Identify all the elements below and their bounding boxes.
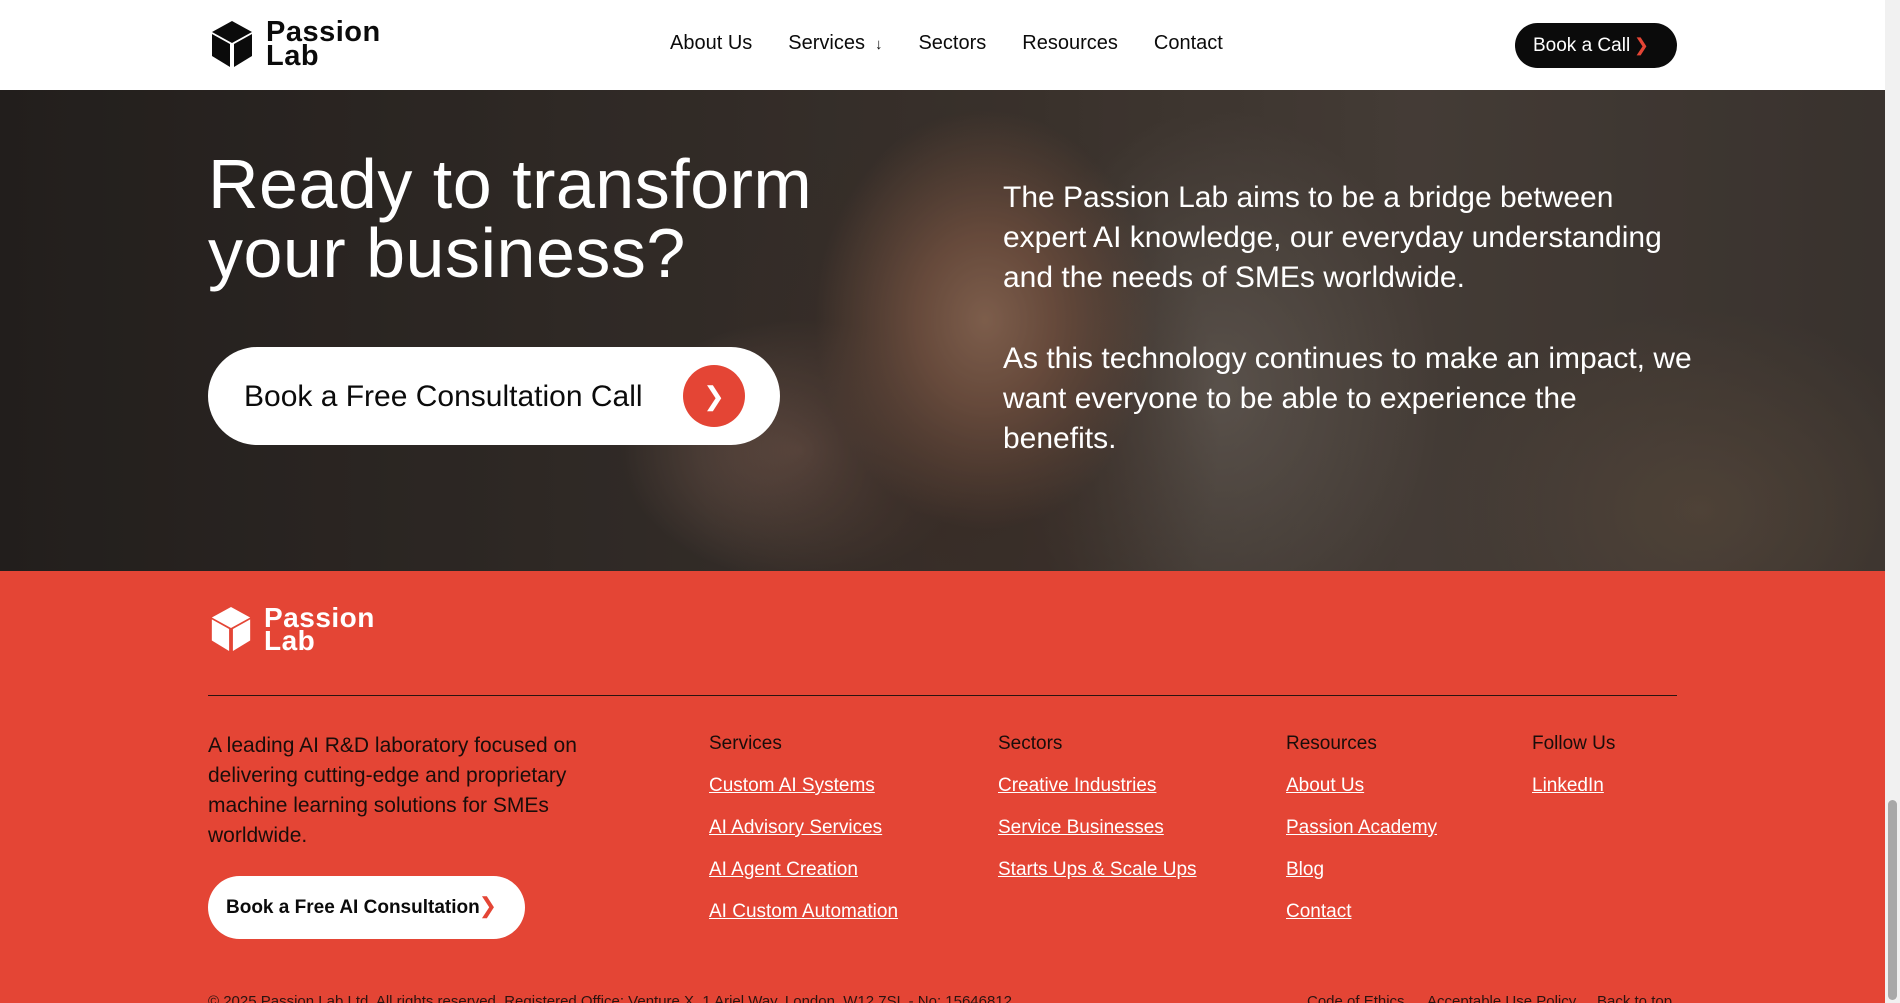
- footer-column-follow: Follow Us LinkedIn: [1532, 733, 1615, 817]
- footer-logo[interactable]: Passion Lab: [208, 604, 375, 655]
- book-free-ai-consultation-button[interactable]: Book a Free AI Consultation ❯: [208, 876, 525, 939]
- chevron-right-icon: ❯: [1633, 35, 1649, 55]
- footer-column-services: Services Custom AI Systems AI Advisory S…: [709, 733, 898, 943]
- logo-cube-icon: [211, 606, 251, 652]
- nav-contact[interactable]: Contact: [1154, 32, 1223, 55]
- footer-description: A leading AI R&D laboratory focused on d…: [208, 734, 577, 847]
- site-header: Passion Lab About Us Services ↓ Sectors R…: [0, 0, 1885, 90]
- hero-title: Ready to transform your business?: [208, 145, 813, 292]
- column-title: Follow Us: [1532, 733, 1616, 754]
- footer-logo-wordmark: Passion Lab: [264, 604, 375, 655]
- footer-link-custom-ai-systems[interactable]: Custom AI Systems: [709, 775, 898, 797]
- scrollbar-thumb[interactable]: [1888, 800, 1897, 1000]
- book-a-call-label: Book a Call: [1533, 34, 1631, 56]
- footer-divider: [208, 695, 1677, 696]
- footer-link-blog[interactable]: Blog: [1286, 859, 1437, 881]
- page-scrollbar[interactable]: [1885, 0, 1900, 1003]
- footer-cta-label: Book a Free AI Consultation: [226, 897, 480, 918]
- main-nav: About Us Services ↓ Sectors Resources Con…: [670, 32, 1259, 55]
- footer-link-code-of-ethics[interactable]: Code of Ethics: [1307, 993, 1405, 1003]
- footer-link-service-businesses[interactable]: Service Businesses: [998, 817, 1197, 839]
- nav-services[interactable]: Services ↓: [788, 32, 882, 55]
- hero-section: Ready to transform your business? Book a…: [0, 90, 1885, 571]
- footer-link-ai-custom-automation[interactable]: AI Custom Automation: [709, 901, 898, 923]
- footer-column-sectors: Sectors Creative Industries Service Busi…: [998, 733, 1197, 901]
- footer-link-contact[interactable]: Contact: [1286, 901, 1437, 923]
- footer-link-passion-academy[interactable]: Passion Academy: [1286, 817, 1437, 839]
- book-free-consultation-call-button[interactable]: Book a Free Consultation Call ❯: [208, 347, 780, 445]
- hero-cta-label: Book a Free Consultation Call: [244, 380, 643, 413]
- nav-services-label: Services: [788, 32, 865, 54]
- nav-contact-label: Contact: [1153, 32, 1223, 54]
- site-footer: Passion Lab A leading AI R&D laboratory …: [0, 571, 1885, 1003]
- footer-link-linkedin[interactable]: LinkedIn: [1532, 775, 1615, 797]
- logo-cube-icon: [212, 21, 252, 67]
- footer-link-ai-agent-creation[interactable]: AI Agent Creation: [709, 859, 898, 881]
- hero-paragraph-2: As this technology continues to make an …: [1003, 342, 1692, 455]
- chevron-right-icon: ❯: [683, 365, 745, 427]
- nav-sectors[interactable]: Sectors: [918, 32, 986, 55]
- nav-resources[interactable]: Resources: [1022, 32, 1118, 55]
- book-a-call-button[interactable]: Book a Call ❯: [1515, 23, 1677, 68]
- footer-link-back-to-top[interactable]: Back to top: [1597, 993, 1672, 1003]
- chevron-right-icon: ❯: [478, 893, 497, 918]
- passion-lab-logo[interactable]: Passion Lab: [208, 18, 381, 71]
- nav-about-us[interactable]: About Us: [670, 32, 752, 55]
- nav-about-us-label: About Us: [670, 32, 753, 54]
- logo-wordmark: Passion Lab: [266, 18, 381, 71]
- column-title: Services: [709, 733, 782, 754]
- nav-sectors-label: Sectors: [918, 32, 987, 54]
- hero-paragraph-1: The Passion Lab aims to be a bridge betw…: [1003, 181, 1662, 294]
- footer-link-acceptable-use-policy[interactable]: Acceptable Use Policy: [1427, 993, 1576, 1003]
- footer-column-resources: Resources About Us Passion Academy Blog …: [1286, 733, 1437, 943]
- nav-resources-label: Resources: [1022, 32, 1118, 54]
- arrow-down-icon: ↓: [874, 36, 883, 53]
- column-title: Sectors: [998, 733, 1063, 754]
- footer-link-ai-advisory-services[interactable]: AI Advisory Services: [709, 817, 898, 839]
- hero-description: The Passion Lab aims to be a bridge betw…: [1003, 178, 1693, 459]
- footer-link-about-us[interactable]: About Us: [1286, 775, 1437, 797]
- column-title: Resources: [1286, 733, 1377, 754]
- footer-link-startups-scaleups[interactable]: Starts Ups & Scale Ups: [998, 859, 1197, 881]
- copyright-text: © 2025 Passion Lab Ltd. All rights reser…: [208, 993, 1013, 1003]
- footer-link-creative-industries[interactable]: Creative Industries: [998, 775, 1197, 797]
